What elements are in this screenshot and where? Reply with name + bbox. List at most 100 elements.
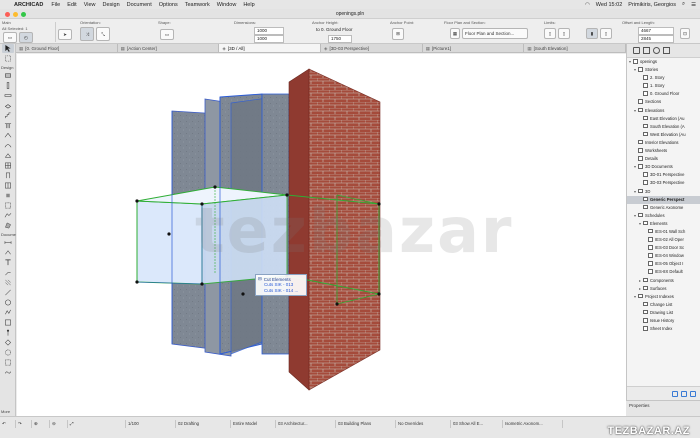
model-view-select[interactable]: Entire Model xyxy=(231,419,276,428)
project-map-icon[interactable] xyxy=(633,47,640,54)
navigator-item[interactable]: East Elevation (Au xyxy=(627,115,700,123)
column-tool-icon[interactable] xyxy=(2,81,14,90)
navigator-item[interactable]: Worksheets xyxy=(627,147,700,155)
navigator-item[interactable]: ▾ Elements xyxy=(627,220,700,228)
layer-combination-select[interactable]: 03 Architectur... xyxy=(276,419,336,428)
menu-edit[interactable]: Edit xyxy=(67,2,76,8)
limit-button-4[interactable]: ▯ xyxy=(600,28,612,39)
roof-tool-icon[interactable] xyxy=(2,131,14,140)
skylight-tool-icon[interactable] xyxy=(2,151,14,160)
arrow-tool-button[interactable]: ➤ xyxy=(58,29,72,40)
beam-tool-icon[interactable] xyxy=(2,91,14,100)
dimension-style-select[interactable]: 03 Building Plans xyxy=(336,419,396,428)
zoom-window-button[interactable] xyxy=(21,12,26,17)
tab-3d-perspective[interactable]: ◈ [3D-03 Perspective] xyxy=(321,44,423,52)
graphic-override-select[interactable]: No Overrides xyxy=(396,419,451,428)
detail-tool-icon[interactable] xyxy=(2,348,14,357)
arrow-tool[interactable] xyxy=(2,44,14,53)
popup-more[interactable]: ... xyxy=(295,288,299,293)
fill-tool-icon[interactable] xyxy=(2,278,14,287)
zone-tool-icon[interactable] xyxy=(2,201,14,210)
dimension-tool-icon[interactable] xyxy=(2,238,14,247)
navigator-item[interactable]: Details xyxy=(627,155,700,163)
projection-select[interactable]: Isometric Axonom... xyxy=(503,419,563,428)
minimize-window-button[interactable] xyxy=(13,12,18,17)
change-tool-icon[interactable] xyxy=(2,368,14,377)
limit-button-3[interactable]: ▮ xyxy=(586,28,598,39)
navigator-item[interactable]: ▾ openings xyxy=(627,58,700,66)
wall-tool-icon[interactable] xyxy=(2,71,14,80)
arc-tool-icon[interactable] xyxy=(2,298,14,307)
navigator-item[interactable]: 2. Story xyxy=(627,74,700,82)
level-dimension-tool-icon[interactable] xyxy=(2,248,14,257)
menu-app-name[interactable]: ARCHICAD xyxy=(14,2,43,8)
orientation-button-2[interactable]: ⤡ xyxy=(96,27,110,41)
zoom-in-icon[interactable]: ⊕ xyxy=(32,419,50,428)
object-tool-icon[interactable] xyxy=(2,191,14,200)
worksheet-tool-icon[interactable] xyxy=(2,358,14,367)
toolbox-document-header[interactable]: Docume xyxy=(0,231,16,238)
3d-model-scene[interactable] xyxy=(17,54,626,416)
wifi-icon[interactable]: ◠ xyxy=(585,2,590,8)
navigator-item[interactable]: Drawing List xyxy=(627,309,700,317)
shape-rect-button[interactable]: ▭ xyxy=(160,29,174,40)
popup-item[interactable]: Cuts SIK - 014 ... xyxy=(256,288,306,294)
text-tool-icon[interactable] xyxy=(2,258,14,267)
navigator-item[interactable]: ▸ Surfaces xyxy=(627,285,700,293)
navigator-item[interactable]: ▾ Project Indexes xyxy=(627,293,700,301)
navigator-item[interactable]: Issue History xyxy=(627,317,700,325)
navigator-item[interactable]: ▾ Elevations xyxy=(627,107,700,115)
navigator-item[interactable]: ▸ Components xyxy=(627,277,700,285)
favorites-button[interactable]: ◴ xyxy=(19,32,33,43)
door-tool-icon[interactable] xyxy=(2,171,14,180)
polyline-tool-icon[interactable] xyxy=(2,308,14,317)
navigator-item[interactable]: 1. Story xyxy=(627,82,700,90)
new-view-icon[interactable] xyxy=(672,390,678,397)
shell-tool-icon[interactable] xyxy=(2,141,14,150)
cut-elements-popup[interactable]: ⊟ Cut Elements Cuts SIK - 013 Cuts SIK -… xyxy=(255,274,307,296)
menu-file[interactable]: File xyxy=(51,2,60,8)
navigator-item[interactable]: South Elevation (A xyxy=(627,123,700,131)
navigator-item[interactable]: IES-05 Object I xyxy=(627,260,700,268)
offset-field-2[interactable]: 2845 xyxy=(638,35,674,43)
undo-icon[interactable]: ↶ xyxy=(0,419,16,428)
layer-button[interactable]: ▭ xyxy=(3,32,17,43)
navigator-item[interactable]: 3D-03 Perspective xyxy=(627,179,700,187)
toolbox-design-header[interactable]: Design xyxy=(0,64,15,71)
menu-options[interactable]: Options xyxy=(159,2,178,8)
tab-3d-all[interactable]: ◈ [3D / All] xyxy=(219,44,322,52)
redo-icon[interactable]: ↷ xyxy=(16,419,32,428)
marquee-tool[interactable] xyxy=(2,54,14,63)
publisher-icon[interactable] xyxy=(663,47,670,54)
line-tool-icon[interactable] xyxy=(2,288,14,297)
mesh-tool-icon[interactable] xyxy=(2,211,14,220)
menu-view[interactable]: View xyxy=(84,2,96,8)
offset-lock-button[interactable]: ⊡ xyxy=(680,28,690,39)
search-icon[interactable]: ⌕ xyxy=(682,1,685,8)
morph-tool-icon[interactable] xyxy=(2,221,14,230)
railing-tool-icon[interactable] xyxy=(2,121,14,130)
navigator-item[interactable]: 0. Ground Floor xyxy=(627,90,700,98)
pen-set-select[interactable]: 02 Drafting xyxy=(176,419,231,428)
navigator-item[interactable]: IES-8X Default xyxy=(627,268,700,276)
3d-viewport[interactable]: tezbazar ⊟ Cut Elements Cuts SIK - 013 C… xyxy=(17,54,626,416)
navigator-item[interactable]: Sections xyxy=(627,98,700,106)
window-tool-icon[interactable] xyxy=(2,181,14,190)
anchor-point-grid[interactable]: ⊞ xyxy=(392,28,404,40)
navigator-item[interactable]: Interior Elevations xyxy=(627,139,700,147)
navigator-item[interactable]: ▾ 3D xyxy=(627,188,700,196)
settings-icon[interactable] xyxy=(681,390,687,397)
offset-field-1[interactable]: 4667 xyxy=(638,27,674,35)
anchor-value-field[interactable]: 1750 xyxy=(328,35,352,43)
tab-ground-floor[interactable]: ▦ [0. Ground Floor] xyxy=(16,44,118,52)
section-tool-icon[interactable] xyxy=(2,328,14,337)
navigator-item[interactable]: ▾ Stories xyxy=(627,66,700,74)
scale-select[interactable]: 1/100 xyxy=(126,419,176,428)
navigator-item[interactable]: Change List xyxy=(627,301,700,309)
navigator-item[interactable]: IES-03 Door Sc xyxy=(627,244,700,252)
menu-window[interactable]: Window xyxy=(217,2,237,8)
user-name[interactable]: Primikiris, Georgios xyxy=(628,2,676,8)
properties-panel[interactable]: Properties xyxy=(626,400,700,416)
navigator-item[interactable]: Generic Axonome xyxy=(627,204,700,212)
close-window-button[interactable] xyxy=(5,12,10,17)
